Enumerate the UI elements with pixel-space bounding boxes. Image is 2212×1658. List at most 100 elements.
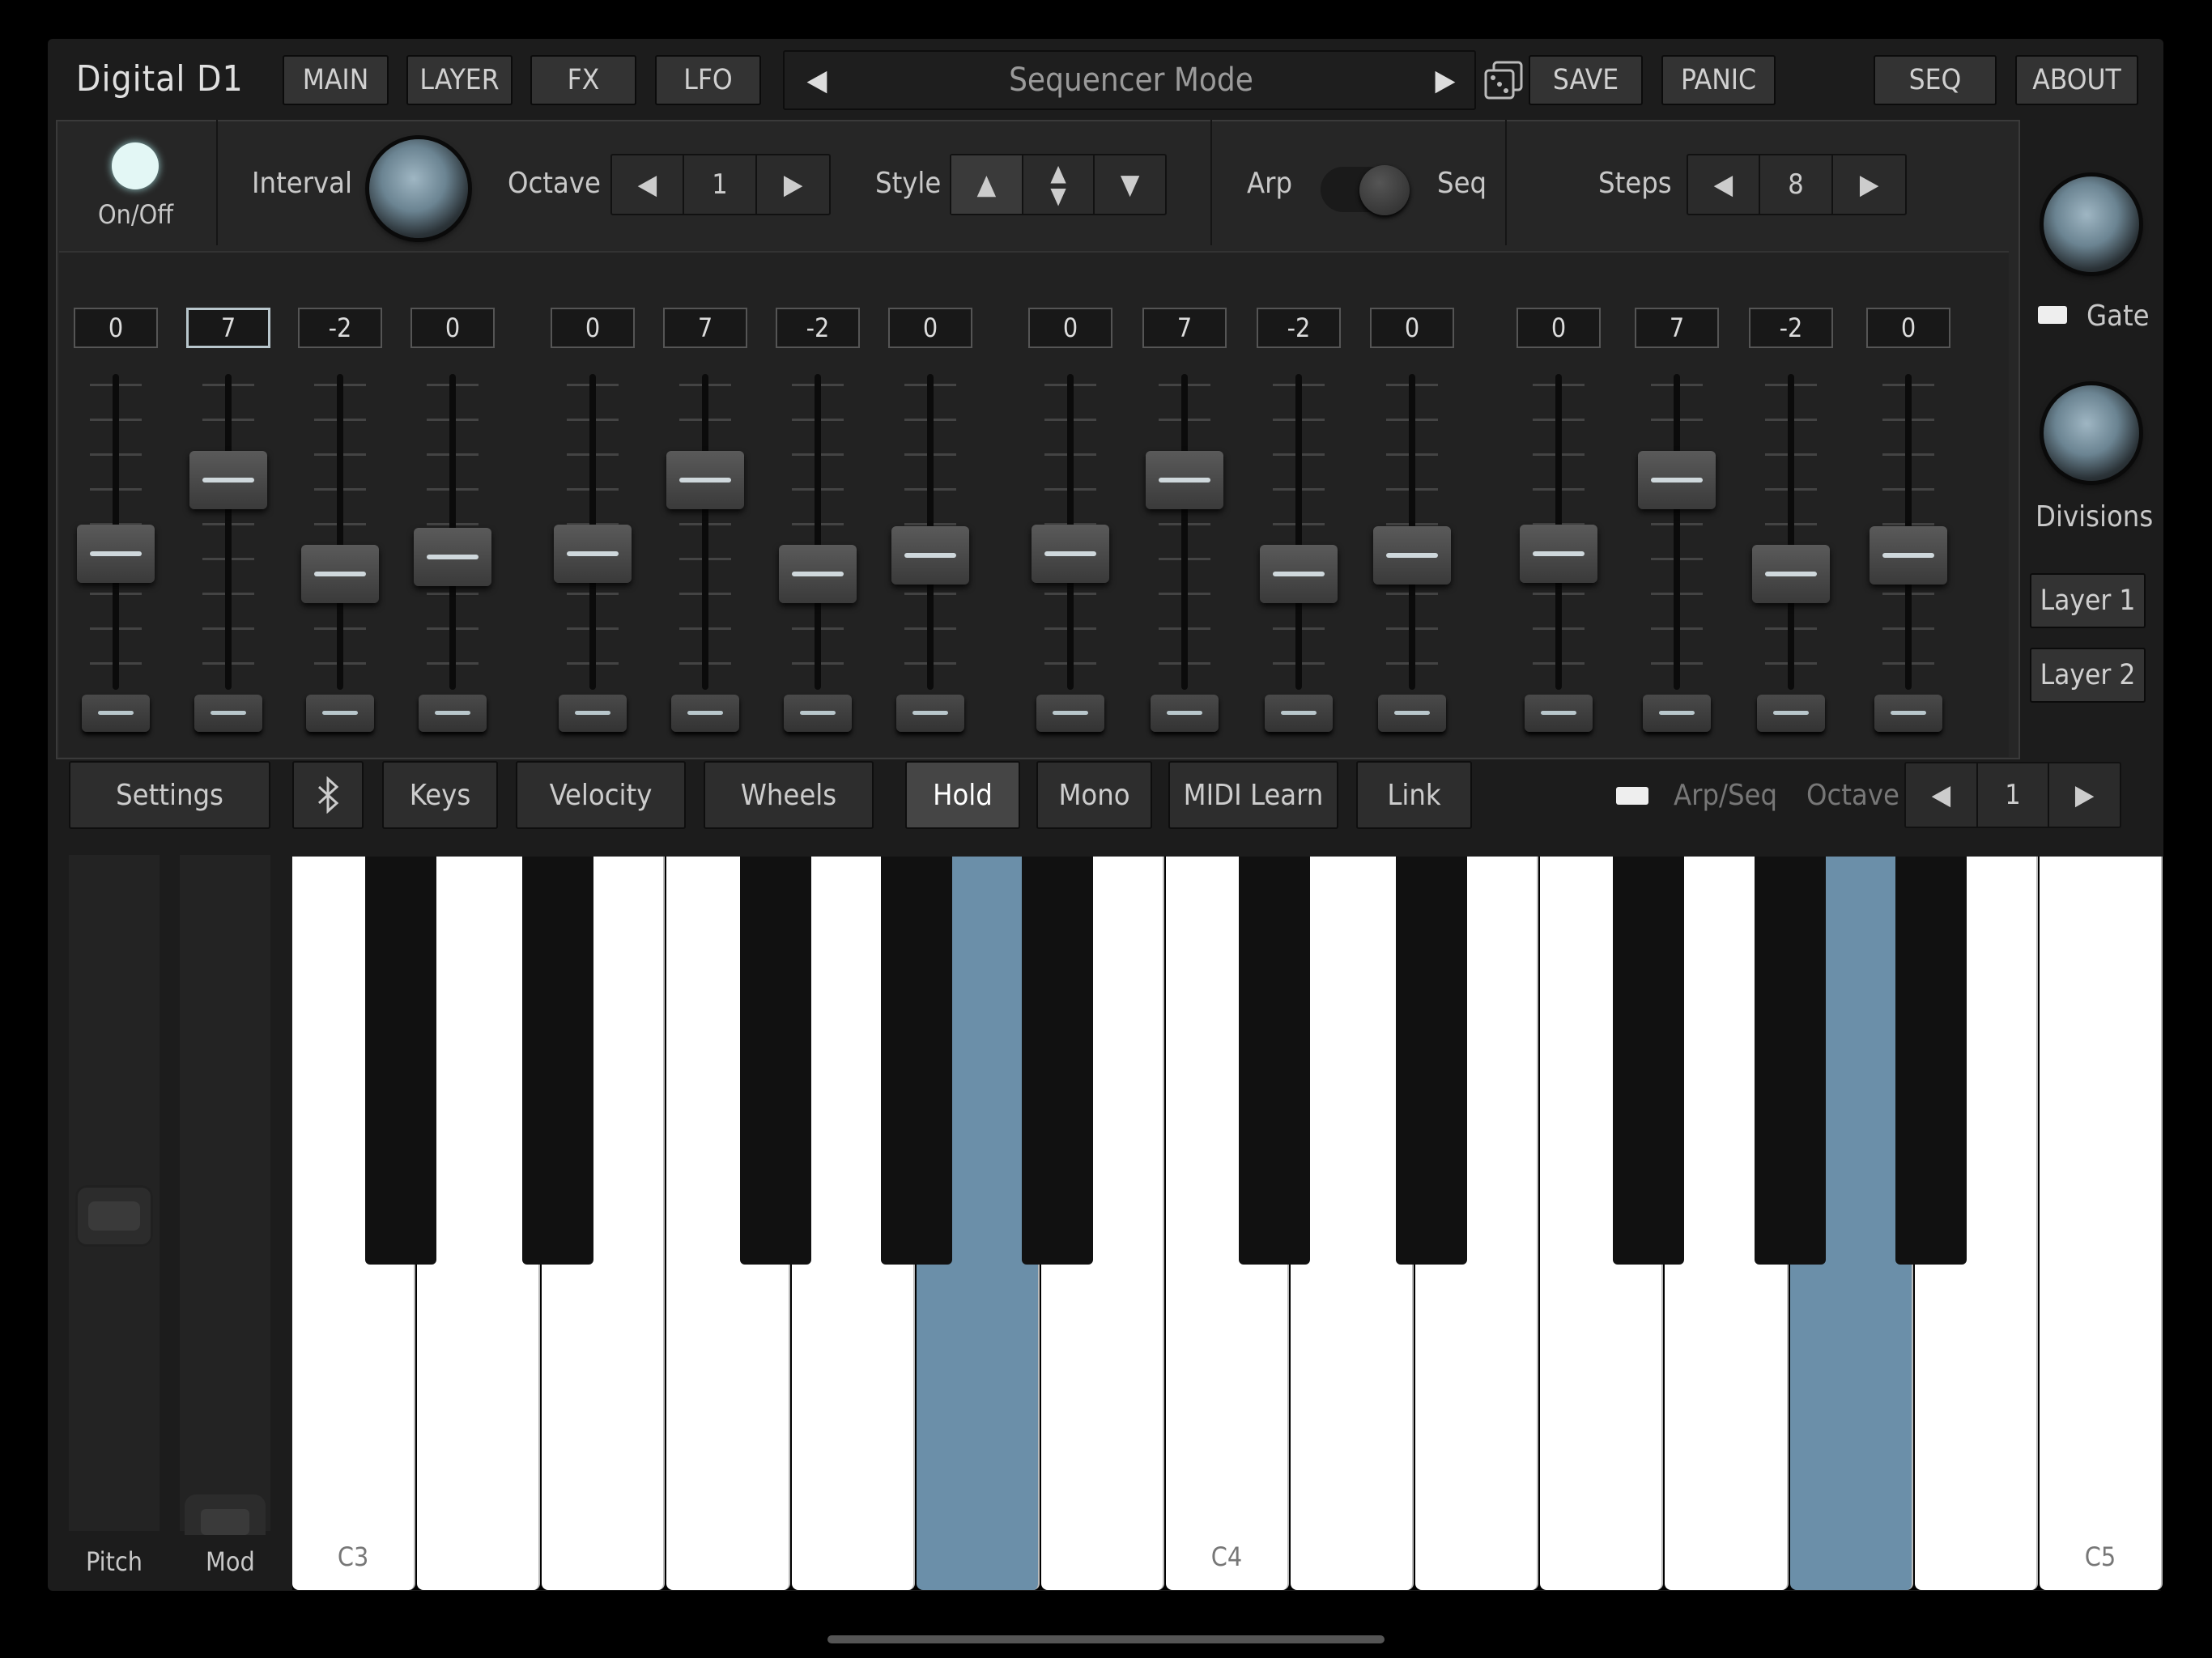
step-fader-handle[interactable] bbox=[1752, 545, 1830, 603]
black-key-gs4[interactable] bbox=[1754, 857, 1826, 1265]
velocity-button[interactable]: Velocity bbox=[516, 761, 686, 829]
step-value-display[interactable]: 7 bbox=[663, 308, 747, 348]
step-value-display[interactable]: 7 bbox=[1142, 308, 1227, 348]
step-toggle-button[interactable] bbox=[1874, 695, 1942, 732]
interval-knob[interactable] bbox=[369, 139, 468, 238]
step-fader-handle[interactable] bbox=[891, 526, 969, 585]
next-preset-icon[interactable]: ▶ bbox=[1421, 52, 1470, 108]
step-value-display[interactable]: 7 bbox=[186, 308, 270, 348]
step-fader-handle[interactable] bbox=[1373, 526, 1451, 585]
settings-button[interactable]: Settings bbox=[69, 761, 270, 829]
hold-button[interactable]: Hold bbox=[905, 761, 1020, 829]
step-fader-handle[interactable] bbox=[1520, 525, 1597, 583]
black-key-cs3[interactable] bbox=[365, 857, 437, 1265]
step-fader-handle[interactable] bbox=[1146, 451, 1223, 509]
nav-fx-button[interactable]: FX bbox=[530, 55, 636, 105]
step-value-display[interactable]: 0 bbox=[410, 308, 495, 348]
step-value-display[interactable]: 0 bbox=[1516, 308, 1601, 348]
link-button[interactable]: Link bbox=[1356, 761, 1472, 829]
step-fader-handle[interactable] bbox=[414, 528, 491, 586]
bluetooth-icon[interactable] bbox=[292, 761, 364, 829]
step-toggle-button[interactable] bbox=[559, 695, 627, 732]
step-value-display[interactable]: -2 bbox=[1749, 308, 1833, 348]
step-value-display[interactable]: -2 bbox=[776, 308, 860, 348]
gate-led[interactable] bbox=[2038, 306, 2067, 324]
kb-octave-decrement-icon[interactable]: ◀ bbox=[1906, 763, 1978, 827]
style-down-icon[interactable]: ▼ bbox=[1095, 155, 1165, 214]
step-toggle-button[interactable] bbox=[671, 695, 739, 732]
step-toggle-button[interactable] bbox=[896, 695, 964, 732]
mod-wheel[interactable] bbox=[180, 855, 270, 1535]
step-fader-handle[interactable] bbox=[1638, 451, 1716, 509]
step-toggle-button[interactable] bbox=[1525, 695, 1593, 732]
black-key-fs3[interactable] bbox=[739, 857, 811, 1265]
black-key-cs4[interactable] bbox=[1239, 857, 1311, 1265]
black-key-as3[interactable] bbox=[1021, 857, 1093, 1265]
style-selector[interactable]: ▲ ▲ ▼ ▼ bbox=[950, 154, 1167, 215]
randomize-dice-icon[interactable] bbox=[1482, 59, 1525, 101]
divisions-knob[interactable] bbox=[2044, 385, 2139, 481]
step-toggle-button[interactable] bbox=[784, 695, 852, 732]
step-value-display[interactable]: 0 bbox=[888, 308, 972, 348]
keys-button[interactable]: Keys bbox=[382, 761, 498, 829]
step-fader-handle[interactable] bbox=[554, 525, 632, 583]
step-fader-handle[interactable] bbox=[1032, 525, 1109, 583]
save-button[interactable]: SAVE bbox=[1529, 55, 1643, 105]
midi-learn-button[interactable]: MIDI Learn bbox=[1168, 761, 1338, 829]
step-fader-handle[interactable] bbox=[1260, 545, 1338, 603]
step-value-display[interactable]: 0 bbox=[1866, 308, 1950, 348]
pitch-wheel[interactable] bbox=[69, 855, 160, 1531]
step-toggle-button[interactable] bbox=[1378, 695, 1446, 732]
octave-increment-icon[interactable]: ▶ bbox=[757, 155, 829, 214]
step-fader-handle[interactable] bbox=[666, 451, 744, 509]
mono-button[interactable]: Mono bbox=[1036, 761, 1152, 829]
steps-stepper[interactable]: ◀ 8 ▶ bbox=[1687, 154, 1907, 215]
black-key-ds4[interactable] bbox=[1396, 857, 1468, 1265]
arp-seq-toggle[interactable] bbox=[1321, 165, 1410, 215]
step-fader-handle[interactable] bbox=[77, 525, 155, 583]
steps-decrement-icon[interactable]: ◀ bbox=[1688, 155, 1760, 214]
onoff-led[interactable] bbox=[112, 142, 159, 189]
steps-increment-icon[interactable]: ▶ bbox=[1833, 155, 1905, 214]
step-toggle-button[interactable] bbox=[1265, 695, 1333, 732]
step-toggle-button[interactable] bbox=[1643, 695, 1711, 732]
about-button[interactable]: ABOUT bbox=[2015, 55, 2138, 105]
step-value-display[interactable]: 0 bbox=[1028, 308, 1112, 348]
step-toggle-button[interactable] bbox=[1036, 695, 1104, 732]
step-value-display[interactable]: -2 bbox=[298, 308, 382, 348]
step-toggle-button[interactable] bbox=[1151, 695, 1219, 732]
black-key-ds3[interactable] bbox=[522, 857, 594, 1265]
panic-button[interactable]: PANIC bbox=[1661, 55, 1776, 105]
prev-preset-icon[interactable]: ◀ bbox=[793, 52, 841, 108]
kb-octave-increment-icon[interactable]: ▶ bbox=[2049, 763, 2120, 827]
seq-button[interactable]: SEQ bbox=[1874, 55, 1997, 105]
nav-main-button[interactable]: MAIN bbox=[283, 55, 389, 105]
step-toggle-button[interactable] bbox=[194, 695, 262, 732]
mod-wheel-handle[interactable] bbox=[185, 1494, 266, 1535]
wheels-button[interactable]: Wheels bbox=[704, 761, 874, 829]
step-toggle-button[interactable] bbox=[419, 695, 487, 732]
octave-stepper[interactable]: ◀ 1 ▶ bbox=[610, 154, 831, 215]
keyboard-octave-stepper[interactable]: ◀ 1 ▶ bbox=[1904, 762, 2121, 828]
step-value-display[interactable]: 0 bbox=[551, 308, 635, 348]
style-updown-icon[interactable]: ▲ ▼ bbox=[1023, 155, 1095, 214]
nav-layer-button[interactable]: LAYER bbox=[406, 55, 513, 105]
step-toggle-button[interactable] bbox=[306, 695, 374, 732]
arpseq-led[interactable] bbox=[1616, 787, 1648, 805]
step-toggle-button[interactable] bbox=[82, 695, 150, 732]
layer1-button[interactable]: Layer 1 bbox=[2030, 573, 2146, 628]
step-fader-handle[interactable] bbox=[301, 545, 379, 603]
black-key-gs3[interactable] bbox=[880, 857, 952, 1265]
pitch-wheel-handle[interactable] bbox=[75, 1185, 153, 1247]
step-value-display[interactable]: 7 bbox=[1635, 308, 1719, 348]
step-fader-handle[interactable] bbox=[1870, 526, 1947, 585]
black-key-fs4[interactable] bbox=[1613, 857, 1685, 1265]
layer2-button[interactable]: Layer 2 bbox=[2030, 648, 2146, 703]
nav-lfo-button[interactable]: LFO bbox=[655, 55, 761, 105]
step-fader-handle[interactable] bbox=[779, 545, 857, 603]
style-up-icon[interactable]: ▲ bbox=[951, 155, 1023, 214]
step-toggle-button[interactable] bbox=[1757, 695, 1825, 732]
step-value-display[interactable]: 0 bbox=[1370, 308, 1454, 348]
white-key-c5[interactable]: C5 bbox=[2039, 857, 2163, 1590]
black-key-as4[interactable] bbox=[1895, 857, 1967, 1265]
